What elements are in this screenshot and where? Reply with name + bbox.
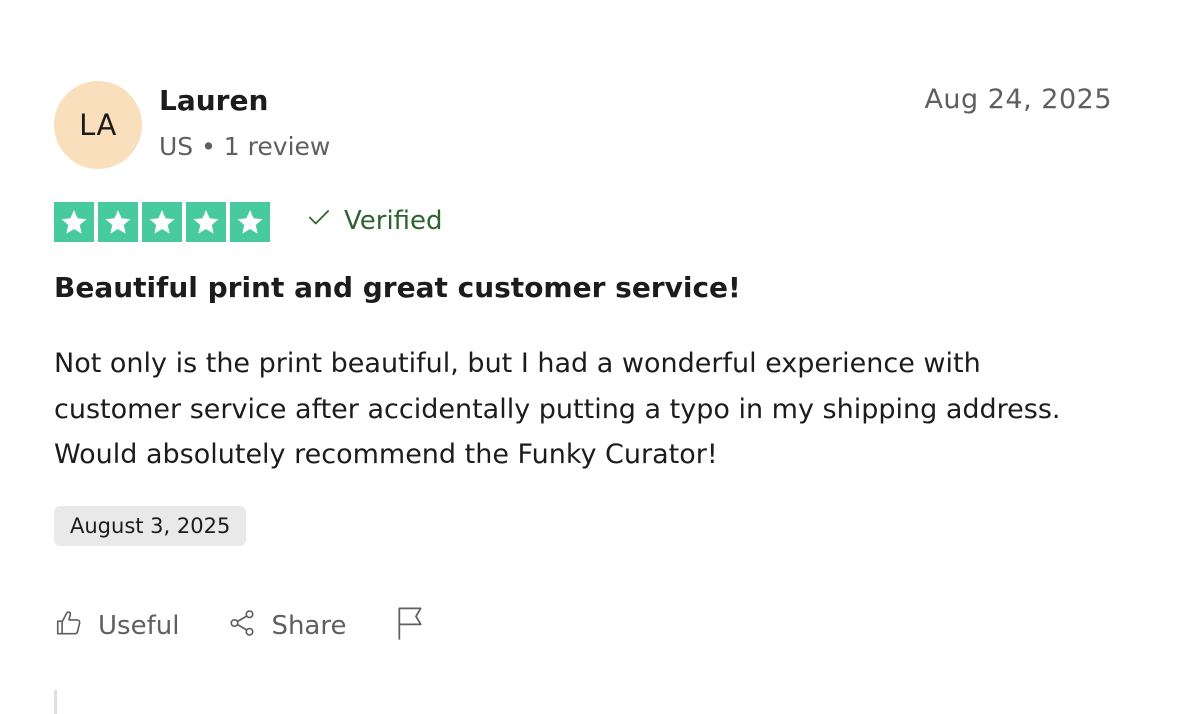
share-icon xyxy=(227,608,257,645)
reviewer-name[interactable]: Lauren xyxy=(159,84,268,117)
star-icon xyxy=(54,202,94,242)
review-card: LA Lauren US • 1 review Aug 24, 2025 Ver… xyxy=(0,0,1188,714)
review-title[interactable]: Beautiful print and great customer servi… xyxy=(54,271,741,304)
divider-line xyxy=(54,690,57,714)
thumbs-up-icon xyxy=(54,608,84,645)
verified-badge[interactable]: Verified xyxy=(306,204,443,237)
experience-date: August 3, 2025 xyxy=(70,514,231,538)
flag-icon xyxy=(394,605,426,648)
avatar-initials: LA xyxy=(79,108,117,142)
useful-label: Useful xyxy=(98,611,180,641)
share-label: Share xyxy=(271,611,347,641)
star-icon xyxy=(186,202,226,242)
share-button[interactable]: Share xyxy=(227,608,346,645)
report-button[interactable] xyxy=(394,605,426,648)
published-date: Aug 24, 2025 xyxy=(924,84,1112,115)
verified-label: Verified xyxy=(344,205,443,236)
experience-date-badge: August 3, 2025 xyxy=(54,506,247,546)
star-icon xyxy=(230,202,270,242)
avatar[interactable]: LA xyxy=(54,81,142,169)
star-rating xyxy=(54,202,270,242)
useful-button[interactable]: Useful xyxy=(54,608,179,645)
star-icon xyxy=(142,202,182,242)
star-icon xyxy=(98,202,138,242)
checkmark-icon xyxy=(306,204,332,237)
review-actions: Useful Share xyxy=(54,604,426,648)
reviewer-meta: US • 1 review xyxy=(159,132,331,161)
review-body: Not only is the print beautiful, but I h… xyxy=(54,348,1061,470)
